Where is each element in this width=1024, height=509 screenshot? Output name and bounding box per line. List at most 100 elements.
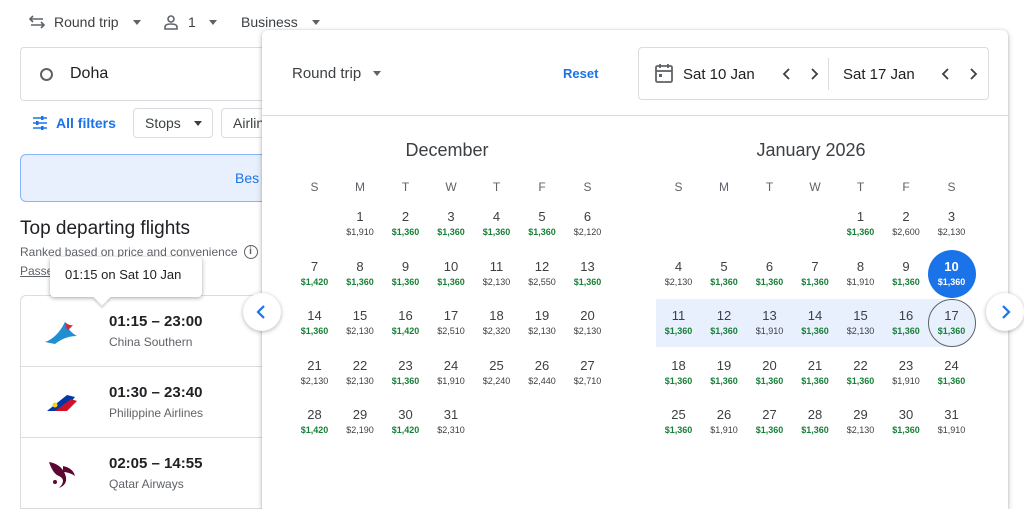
- trip-type-select[interactable]: Round trip: [29, 13, 141, 31]
- calendar-day[interactable]: 19 $1,360: [702, 352, 747, 397]
- picker-trip-type-select[interactable]: Round trip: [292, 65, 382, 82]
- calendar-day[interactable]: 12 $2,550: [520, 253, 565, 298]
- calendar-day[interactable]: 26 $1,910: [702, 401, 747, 446]
- calendar-day[interactable]: 3 $2,130: [929, 203, 974, 248]
- calendar-day[interactable]: 17 $1,360: [929, 302, 974, 347]
- calendar-day[interactable]: 18 $1,360: [656, 352, 701, 397]
- calendar-day[interactable]: 15 $2,130: [338, 302, 383, 347]
- calendar-day[interactable]: 30 $1,360: [884, 401, 929, 446]
- stops-filter-button[interactable]: Stops: [133, 108, 213, 138]
- calendar-day[interactable]: 30 $1,420: [383, 401, 428, 446]
- calendar-day[interactable]: 5 $1,360: [702, 253, 747, 298]
- calendar-day[interactable]: 17 $2,510: [429, 302, 474, 347]
- person-icon: [164, 14, 178, 30]
- calendar-day[interactable]: 6 $1,360: [747, 253, 792, 298]
- cabin-class-select[interactable]: Business: [241, 13, 320, 31]
- calendar-day[interactable]: 22 $2,130: [338, 352, 383, 397]
- passengers-select[interactable]: 1: [164, 13, 217, 31]
- calendar-day[interactable]: 25 $1,360: [656, 401, 701, 446]
- calendar-day[interactable]: 1 $1,360: [838, 203, 883, 248]
- calendar-day[interactable]: 3 $1,360: [429, 203, 474, 248]
- calendar-day[interactable]: 29 $2,190: [338, 401, 383, 446]
- chevron-left-icon[interactable]: [780, 67, 794, 81]
- calendar-day[interactable]: 23 $1,910: [884, 352, 929, 397]
- chevron-left-icon[interactable]: [939, 67, 953, 81]
- calendar-day[interactable]: 31 $1,910: [929, 401, 974, 446]
- info-icon[interactable]: i: [243, 245, 258, 259]
- calendar-day[interactable]: 6 $2,120: [565, 203, 610, 248]
- calendar-day[interactable]: 25 $2,240: [474, 352, 519, 397]
- departure-date[interactable]: Sat 10 Jan: [683, 66, 755, 83]
- calendar-day[interactable]: 8 $1,910: [838, 253, 883, 298]
- date-picker-header: Round trip Reset Sat 10 Jan Sat 17 Jan: [262, 30, 1008, 116]
- chevron-right-icon[interactable]: [807, 67, 821, 81]
- day-number: 16: [398, 308, 413, 323]
- chevron-left-icon: [256, 305, 265, 319]
- passenger-assistance-link[interactable]: Passe: [20, 264, 53, 278]
- day-price: $1,910: [892, 375, 920, 386]
- all-filters-button[interactable]: All filters: [32, 115, 116, 131]
- calendar-day[interactable]: 24 $1,910: [429, 352, 474, 397]
- flight-row[interactable]: 01:15 – 23:00 China Southern: [21, 296, 271, 367]
- previous-month-button[interactable]: [243, 293, 281, 331]
- day-price: $1,360: [391, 276, 420, 287]
- calendar-day[interactable]: 2 $1,360: [383, 203, 428, 248]
- calendar-day[interactable]: 21 $1,360: [793, 352, 838, 397]
- calendar-day[interactable]: 10 $1,360: [429, 253, 474, 298]
- calendar-day[interactable]: 13 $1,910: [747, 302, 792, 347]
- flight-row[interactable]: 02:05 – 14:55 Qatar Airways: [21, 438, 271, 509]
- calendar-day[interactable]: 24 $1,360: [929, 352, 974, 397]
- calendar-day[interactable]: 15 $2,130: [838, 302, 883, 347]
- calendar-day[interactable]: 26 $2,440: [520, 352, 565, 397]
- calendar-day[interactable]: 19 $2,130: [520, 302, 565, 347]
- flight-row[interactable]: 01:30 – 23:40 Philippine Airlines: [21, 367, 271, 438]
- day-price: $1,420: [391, 425, 420, 435]
- airline-name: Qatar Airways: [109, 477, 184, 491]
- calendar-day[interactable]: 27 $1,360: [747, 401, 792, 446]
- day-price: $2,130: [937, 227, 966, 237]
- calendar-day[interactable]: 29 $2,130: [838, 401, 883, 446]
- calendar-day[interactable]: 28 $1,360: [793, 401, 838, 446]
- calendar-day[interactable]: 9 $1,360: [383, 253, 428, 298]
- calendar-day[interactable]: 20 $2,130: [565, 302, 610, 347]
- calendar-day[interactable]: 11 $2,130: [474, 253, 519, 298]
- calendar-day[interactable]: 16 $1,360: [884, 302, 929, 347]
- return-date[interactable]: Sat 17 Jan: [843, 66, 915, 83]
- calendar-day[interactable]: 23 $1,360: [383, 352, 428, 397]
- next-month-button[interactable]: [986, 293, 1024, 331]
- calendar-day[interactable]: 8 $1,360: [338, 253, 383, 298]
- calendar-day[interactable]: 5 $1,360: [520, 203, 565, 248]
- calendar-day[interactable]: 18 $2,320: [474, 302, 519, 347]
- calendar-day[interactable]: 21 $2,130: [292, 352, 337, 397]
- calendar-day[interactable]: 14 $1,360: [793, 302, 838, 347]
- tab-best[interactable]: Bes: [20, 154, 270, 202]
- calendar-day[interactable]: 11 $1,360: [656, 302, 701, 347]
- calendar-day[interactable]: 22 $1,360: [838, 352, 883, 397]
- calendar-day[interactable]: 2 $2,600: [884, 203, 929, 248]
- day-number: 19: [534, 308, 550, 323]
- calendar-day[interactable]: 13 $1,360: [565, 253, 610, 298]
- calendar-day[interactable]: 31 $2,310: [429, 401, 474, 446]
- calendar-day[interactable]: 9 $1,360: [884, 253, 929, 298]
- calendar-day[interactable]: 28 $1,420: [292, 401, 337, 446]
- day-number: 22: [853, 357, 868, 373]
- calendar-day[interactable]: 10 $1,360: [929, 253, 974, 298]
- calendar-day[interactable]: 20 $1,360: [747, 352, 792, 397]
- chevron-right-icon[interactable]: [966, 67, 980, 81]
- all-filters-label: All filters: [56, 115, 116, 131]
- calendar-day[interactable]: 7 $1,420: [292, 253, 337, 298]
- calendar-day[interactable]: 7 $1,360: [793, 253, 838, 298]
- calendar-day[interactable]: 4 $2,130: [656, 253, 701, 298]
- calendar-day[interactable]: 14 $1,360: [292, 302, 337, 347]
- day-price: $2,550: [528, 276, 556, 287]
- reset-button[interactable]: Reset: [563, 66, 598, 81]
- day-number: 27: [762, 407, 777, 422]
- day-price: $1,360: [664, 326, 693, 336]
- calendar-day[interactable]: 16 $1,420: [383, 302, 428, 347]
- calendar-day[interactable]: 4 $1,360: [474, 203, 519, 248]
- calendar-day[interactable]: 12 $1,360: [702, 302, 747, 347]
- calendar-day[interactable]: 1 $1,910: [338, 203, 383, 248]
- calendar-day[interactable]: 27 $2,710: [565, 352, 610, 397]
- day-price: $1,360: [892, 425, 920, 435]
- day-number: 26: [716, 407, 732, 422]
